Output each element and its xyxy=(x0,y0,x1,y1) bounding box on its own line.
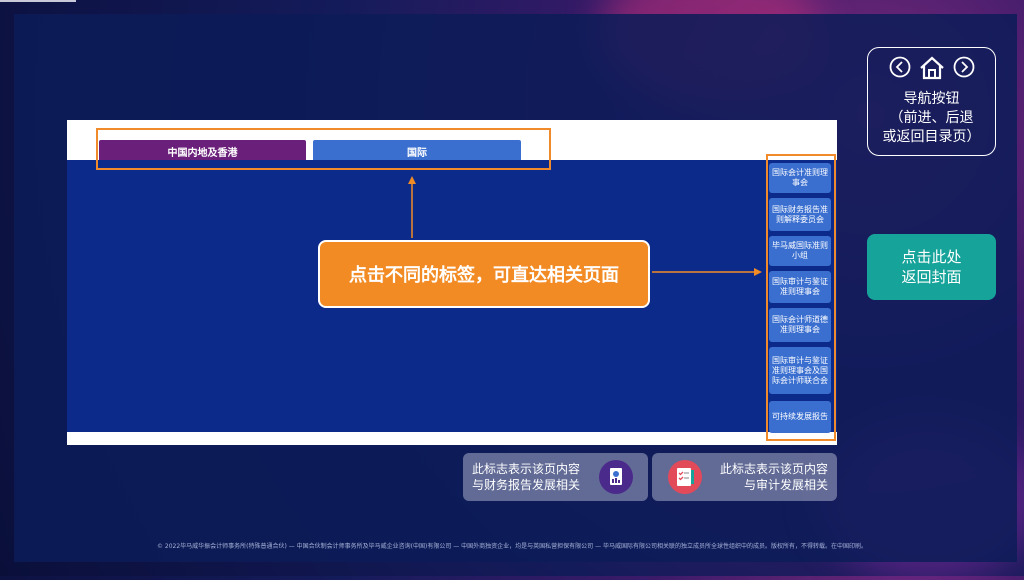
nav-label-line1: 导航按钮 xyxy=(903,91,960,107)
org-button-iaasb[interactable]: 国际审计与鉴证准则理事会 xyxy=(769,271,831,303)
org-button-iaasb-ifac[interactable]: 国际审计与鉴证准则理事会及国际会计师联合会 xyxy=(769,347,831,394)
legend-fin-line1: 此标志表示该页内容 xyxy=(472,462,581,476)
forward-icon[interactable] xyxy=(953,56,975,78)
legend-audit: 此标志表示该页内容 与审计发展相关 xyxy=(652,453,837,501)
back-icon[interactable] xyxy=(889,56,911,78)
org-button-sustainability[interactable]: 可持续发展报告 xyxy=(769,401,831,433)
nav-label-line2: （前进、后退 xyxy=(889,110,974,126)
org-button-kpmg-standards[interactable]: 毕马威国际准则小组 xyxy=(769,236,831,266)
legend-audit-line2: 与审计发展相关 xyxy=(743,478,828,492)
financial-report-icon xyxy=(599,460,633,494)
home-icon[interactable] xyxy=(919,56,945,80)
callout-text: 点击不同的标签，可直达相关页面 xyxy=(349,265,619,286)
org-button-ifric[interactable]: 国际财务报告准则解释委员会 xyxy=(769,198,831,231)
footer-copyright: © 2022毕马威华振会计师事务所(特殊普通合伙) — 中国合伙制会计师事务所及… xyxy=(157,543,867,550)
navigation-box: 导航按钮 （前进、后退 或返回目录页） xyxy=(867,47,996,156)
legend-fin-line2: 与财务报告发展相关 xyxy=(472,478,581,492)
legend-financial-reporting: 此标志表示该页内容 与财务报告发展相关 xyxy=(463,453,648,501)
audit-checklist-icon xyxy=(668,460,702,494)
cover-label-line1: 点击此处 xyxy=(901,248,962,266)
nav-label-line3: 或返回目录页） xyxy=(882,129,981,145)
callout-box: 点击不同的标签，可直达相关页面 xyxy=(318,240,650,308)
legend-audit-line1: 此标志表示该页内容 xyxy=(719,462,828,476)
return-to-cover-button[interactable]: 点击此处 返回封面 xyxy=(867,234,996,300)
org-button-iesba[interactable]: 国际会计师道德准则理事会 xyxy=(769,308,831,342)
cover-label-line2: 返回封面 xyxy=(901,268,962,286)
org-button-iasb[interactable]: 国际会计准则理事会 xyxy=(769,163,831,193)
